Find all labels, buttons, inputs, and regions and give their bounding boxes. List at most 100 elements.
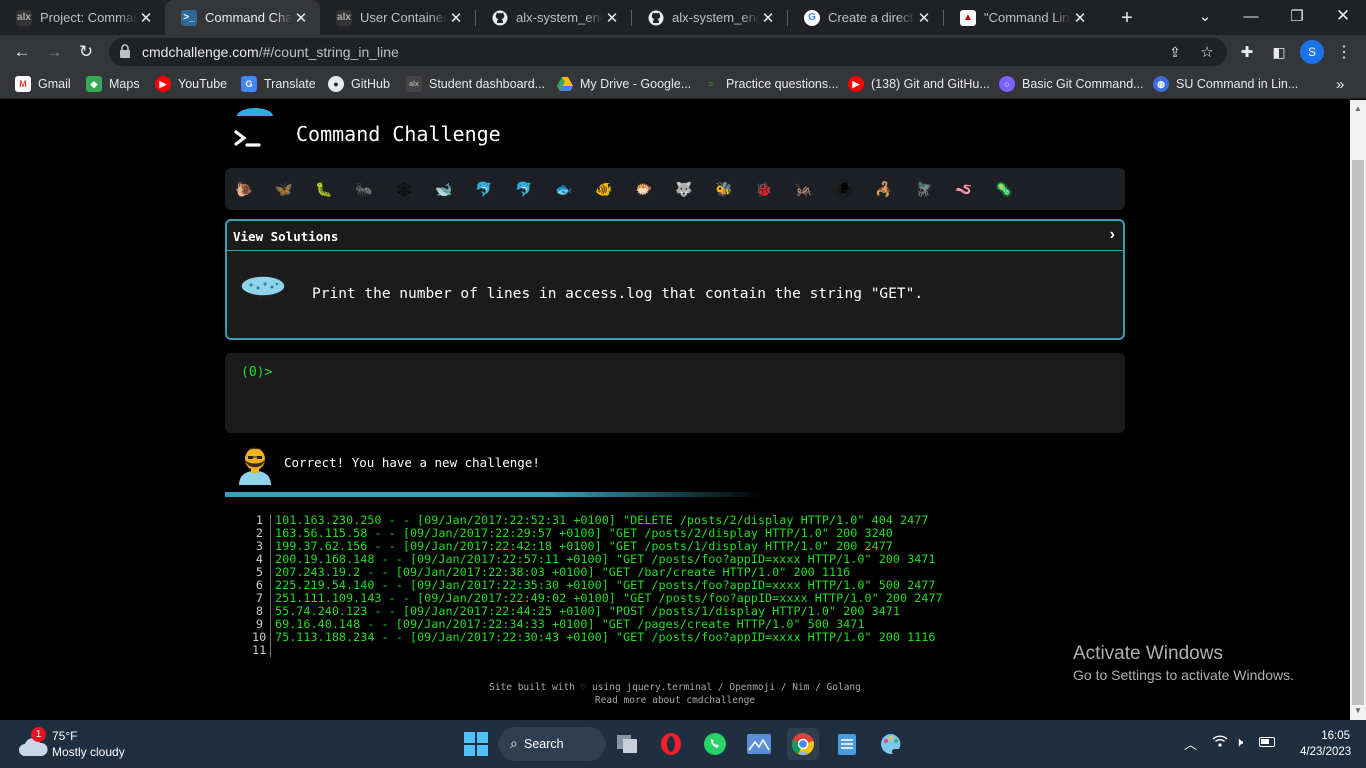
browser-tab-active[interactable]: >_ Command Challe ✕ [165,0,320,35]
clock-time: 16:05 [1321,730,1350,742]
log-line: 11 [252,644,943,657]
translate-icon: G [241,76,257,92]
opera-icon[interactable] [655,728,687,760]
challenge-critter-icon[interactable]: 🕸 [391,177,417,201]
close-tab-icon[interactable]: ✕ [603,9,621,27]
extensions-puzzle-icon[interactable]: ✚ [1235,40,1259,64]
terminal-input[interactable]: (0)> [225,353,1125,433]
challenge-critter-bar: 🐌 🦋 🐛 🐜 🕸 🐋 🐬 🐬 🐟 🐠 🐡 🐺 🐝 🐞 🦗 🕷 🦂 🪰 🪱 🦠 [225,168,1125,210]
challenge-critter-icon[interactable]: 🐡 [631,177,657,201]
practice-icon: ≈ [708,79,714,89]
wifi-icon[interactable] [1212,734,1228,751]
challenge-critter-icon[interactable]: 🦋 [271,177,297,201]
close-tab-icon[interactable]: ✕ [292,9,310,27]
challenge-critter-icon[interactable]: 🐺 [671,177,697,201]
challenge-critter-icon[interactable]: 🕷 [831,177,857,201]
profile-avatar[interactable]: S [1300,40,1324,64]
chrome-icon[interactable] [787,728,819,760]
bookmark-translate[interactable]: G Translate [241,76,316,92]
back-arrow-icon[interactable]: ← [10,40,34,64]
chevron-right-icon[interactable]: › [1110,226,1115,244]
close-tab-icon[interactable]: ✕ [915,9,933,27]
challenge-critter-icon[interactable]: 🐠 [591,177,617,201]
taskbar-search-button[interactable]: ⌕ Search [498,727,606,761]
show-hidden-icons-chevron[interactable]: ︿ [1184,734,1197,753]
challenge-critter-icon[interactable]: 🦠 [991,177,1017,201]
tab-search-icon[interactable]: ⌄ [1182,0,1228,32]
challenge-critter-icon[interactable]: 🦂 [871,177,897,201]
bookmark-label: YouTube [178,77,228,91]
url-text: cmdchallenge.com/#/count_string_in_line [142,44,399,60]
reload-icon[interactable]: ↻ [74,40,98,64]
volume-icon[interactable]: 🕨 [1235,734,1243,750]
bookmark-maps[interactable]: ◆ Maps [86,76,140,92]
restore-button[interactable]: ❐ [1274,0,1320,32]
view-solutions-bar[interactable]: View Solutions › [227,221,1123,251]
bookmark-basic-git[interactable]: ○ Basic Git Command... [999,76,1144,92]
new-tab-button[interactable]: + [1104,2,1150,34]
close-tab-icon[interactable]: ✕ [759,9,777,27]
browser-tab[interactable]: alx Project: Comman ✕ [0,0,165,35]
scroll-up-arrow-icon[interactable]: ▲ [1354,104,1362,113]
close-tab-icon[interactable]: ✕ [1071,9,1089,27]
browser-tab[interactable]: alx-system_engin ✕ [476,0,631,35]
challenge-critter-icon[interactable]: 🐜 [351,177,377,201]
browser-tab[interactable]: G Create a directory ✕ [788,0,943,35]
bookmark-my-drive[interactable]: My Drive - Google... [557,76,691,92]
photos-icon[interactable] [743,728,775,760]
challenge-critter-icon[interactable]: 🦗 [791,177,817,201]
profile-initial: S [1307,45,1316,59]
bookmark-label: Maps [109,77,140,91]
footer-read-more-link[interactable]: Read more about cmdchallenge [0,694,1350,707]
system-clock[interactable]: 16:05 4/23/2023 [1300,728,1351,760]
challenge-critter-icon[interactable]: 🐬 [511,177,537,201]
whatsapp-icon[interactable] [699,728,731,760]
log-text: 75.113.188.234 - - [09/Jan/2017:22:30:43… [270,631,936,644]
challenge-critter-icon[interactable]: 🐛 [311,177,337,201]
close-window-button[interactable]: ✕ [1320,0,1366,32]
weather-widget[interactable]: 1 75°F Mostly cloudy [18,727,168,762]
bookmark-practice-questions[interactable]: ≈ Practice questions... [703,76,839,92]
notepad-icon[interactable] [831,728,863,760]
address-bar[interactable]: cmdchallenge.com/#/count_string_in_line … [109,38,1227,66]
challenge-critter-icon[interactable]: 🐞 [751,177,777,201]
line-number: 11 [252,643,267,657]
close-tab-icon[interactable]: ✕ [137,9,155,27]
challenge-critter-icon[interactable]: 🐟 [551,177,577,201]
more-bookmarks-chevron-icon[interactable]: » [1336,76,1344,93]
bookmark-student-dashboard[interactable]: alx Student dashboard... [406,76,545,92]
share-icon[interactable]: ⇪ [1163,40,1187,64]
bookmark-label: Translate [264,77,316,91]
bookmark-gmail[interactable]: M Gmail [15,76,71,92]
bookmark-github[interactable]: ● GitHub [328,76,390,92]
task-view-icon[interactable] [611,728,643,760]
challenge-critter-icon[interactable]: 🐝 [711,177,737,201]
forward-arrow-icon[interactable]: → [42,40,66,64]
challenge-critter-icon[interactable]: 🐋 [431,177,457,201]
bookmark-su-command[interactable]: ◍ SU Command in Lin... [1153,76,1298,92]
scrollbar-thumb[interactable] [1352,160,1364,705]
challenge-critter-icon[interactable]: 🐬 [471,177,497,201]
challenge-critter-icon[interactable]: 🪰 [911,177,937,201]
paint-icon[interactable] [875,728,907,760]
close-tab-icon[interactable]: ✕ [447,9,465,27]
bookmark-git-github-video[interactable]: ▶ (138) Git and GitHu... [848,76,990,92]
challenge-critter-icon[interactable]: 🪱 [951,177,977,201]
menu-kebab-icon[interactable]: ⋮ [1332,40,1356,64]
browser-tab[interactable]: ▲ "Command Line C ✕ [944,0,1099,35]
minimize-button[interactable]: — [1228,0,1274,32]
bookmark-star-icon[interactable]: ☆ [1195,40,1219,64]
challenge-critter-icon[interactable]: 🐌 [231,177,257,201]
feedback-message: Correct! You have a new challenge! [284,455,540,470]
view-solutions-label: View Solutions [233,229,339,244]
bookmark-label: SU Command in Lin... [1176,77,1299,91]
battery-icon[interactable] [1259,737,1275,747]
page-scrollbar[interactable]: ▲ ▼ [1350,100,1366,720]
bookmark-youtube[interactable]: ▶ YouTube [155,76,227,92]
windows-start-icon[interactable] [460,728,492,760]
scroll-down-arrow-icon[interactable]: ▼ [1354,706,1362,715]
browser-tab[interactable]: alx-system_engin ✕ [632,0,787,35]
side-panel-icon[interactable]: ◧ [1267,40,1291,64]
alx-icon: alx [336,9,352,26]
browser-tab[interactable]: alx User Containers - ✕ [320,0,475,35]
